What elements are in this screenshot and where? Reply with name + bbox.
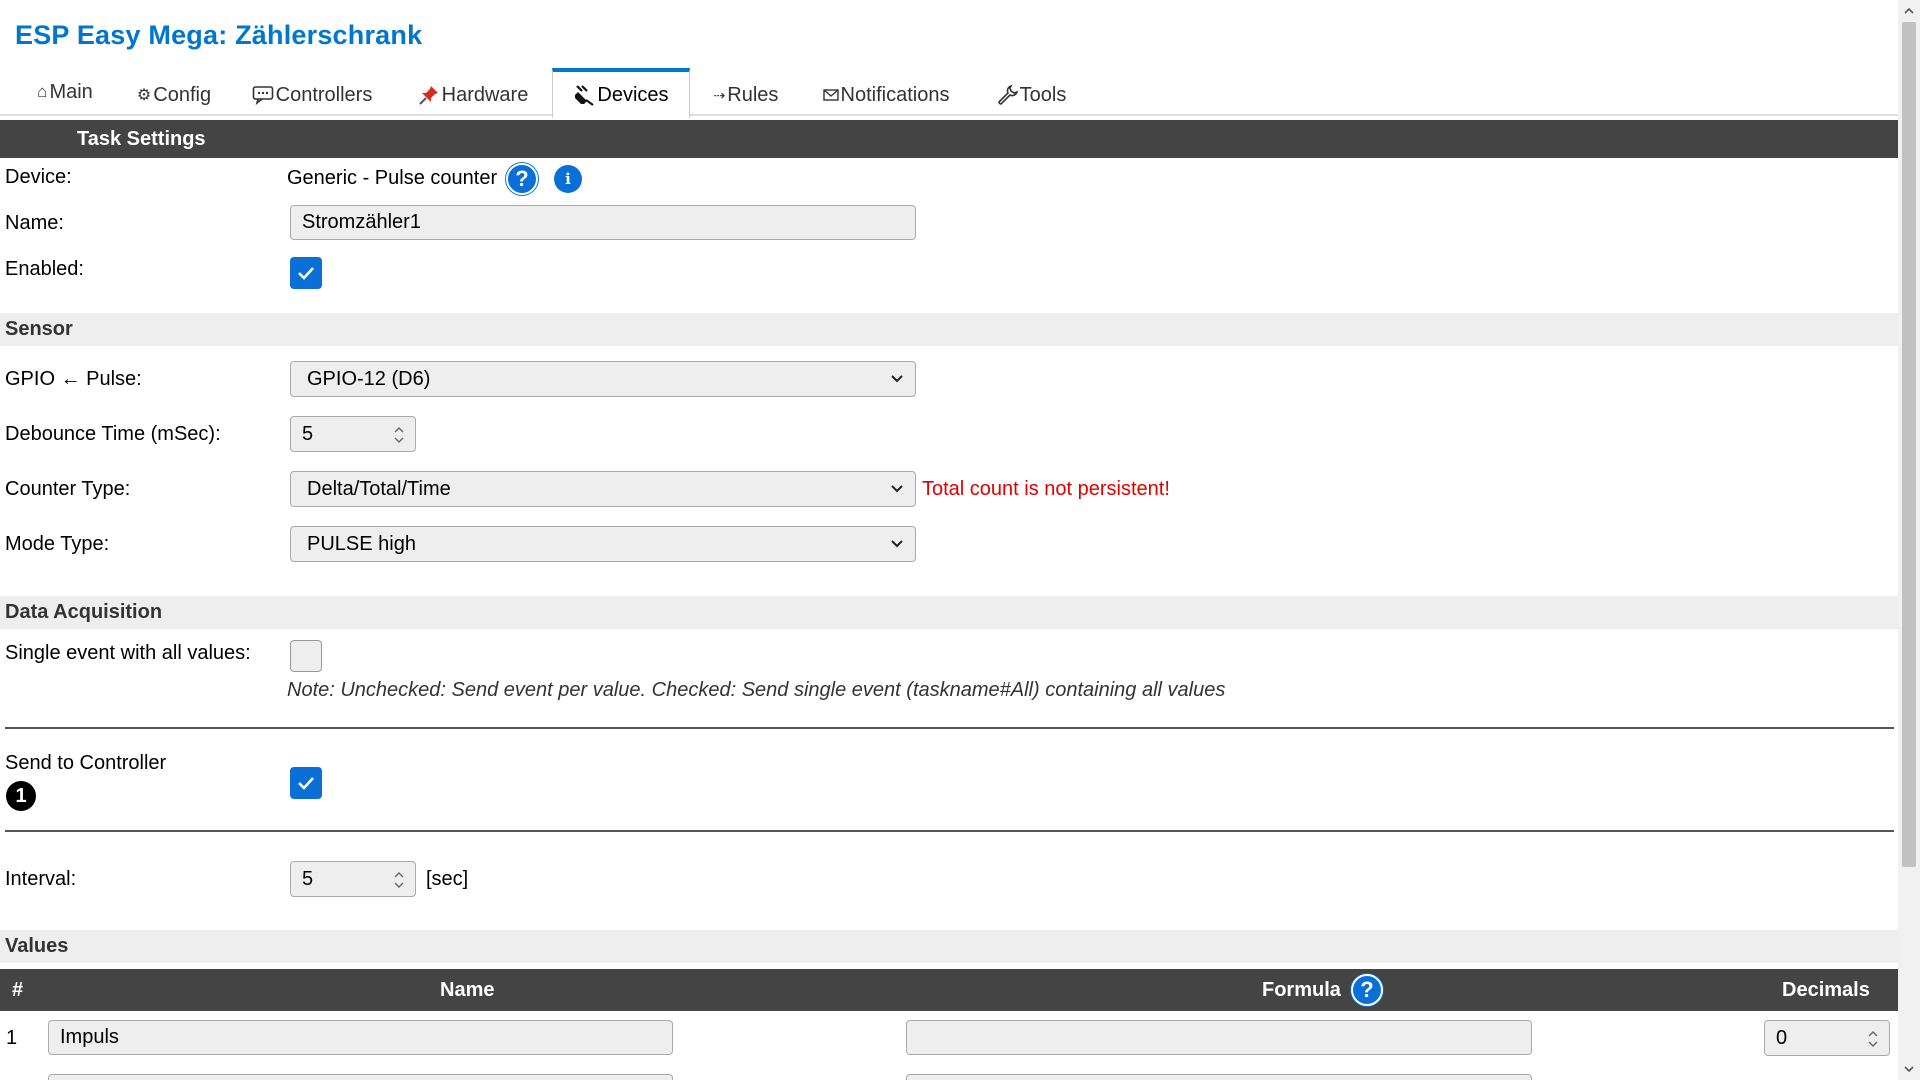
tab-rules[interactable]: ⇢ Rules xyxy=(704,71,788,119)
scroll-up-icon[interactable] xyxy=(1902,4,1916,18)
debounce-label: Debounce Time (mSec): xyxy=(5,423,221,445)
gpio-select[interactable]: GPIO-12 (D6) xyxy=(290,361,916,397)
sensor-header: Sensor xyxy=(0,313,1898,346)
enabled-label: Enabled: xyxy=(5,258,84,280)
tab-hardware[interactable]: Hardware xyxy=(408,71,538,119)
arrow-icon: ⇢ xyxy=(713,86,726,103)
envelope-icon xyxy=(822,88,839,102)
row-number: 1 xyxy=(6,1027,18,1049)
spinner-icon[interactable] xyxy=(393,425,405,445)
single-event-note: Note: Unchecked: Send event per value. C… xyxy=(287,679,1226,701)
col-name-header: Name xyxy=(440,979,495,1001)
info-icon[interactable]: i xyxy=(554,165,582,193)
chevron-down-icon xyxy=(891,485,903,493)
debounce-value: 5 xyxy=(302,423,314,445)
mode-type-label: Mode Type: xyxy=(5,533,110,555)
values-header: Values xyxy=(0,930,1898,963)
send-controller-label: Send to Controller xyxy=(5,752,167,774)
spinner-icon[interactable] xyxy=(393,870,405,890)
tab-controllers-label: Controllers xyxy=(275,83,373,106)
single-event-checkbox[interactable] xyxy=(290,640,322,672)
wrench-icon xyxy=(996,84,1018,106)
pin-icon xyxy=(418,84,440,106)
send-controller-checkbox[interactable] xyxy=(290,767,322,799)
tab-main[interactable]: ⌂ Main xyxy=(24,68,106,116)
scrollbar-thumb[interactable] xyxy=(1902,22,1916,867)
tab-notifications[interactable]: Notifications xyxy=(812,71,960,119)
task-settings-header: Task Settings xyxy=(0,120,1898,158)
device-value: Generic - Pulse counter xyxy=(287,167,498,189)
scroll-down-icon[interactable] xyxy=(1902,1062,1916,1076)
name-label: Name: xyxy=(5,212,64,234)
tab-controllers[interactable]: Controllers xyxy=(242,71,382,119)
check-icon xyxy=(298,777,314,790)
debounce-input[interactable]: 5 xyxy=(290,416,416,452)
controller-number-badge: 1 xyxy=(6,781,36,811)
value-formula-input[interactable] xyxy=(906,1020,1532,1055)
tab-hardware-label: Hardware xyxy=(441,83,529,106)
enabled-checkbox[interactable] xyxy=(290,257,322,289)
tab-devices-label: Devices xyxy=(597,83,669,106)
values-table-header: # Name Formula ? Decimals xyxy=(0,969,1898,1011)
tab-tools-label: Tools xyxy=(1019,83,1067,106)
decimals-value: 0 xyxy=(1776,1027,1788,1049)
col-decimals-header: Decimals xyxy=(1782,979,1870,1001)
counter-type-label: Counter Type: xyxy=(5,478,131,500)
device-label: Device: xyxy=(5,166,72,188)
value-formula-input[interactable] xyxy=(906,1074,1532,1080)
help-icon[interactable]: ? xyxy=(506,163,538,195)
chevron-down-icon xyxy=(891,375,903,383)
interval-label: Interval: xyxy=(5,868,77,890)
check-icon xyxy=(298,267,314,280)
counter-type-value: Delta/Total/Time xyxy=(307,478,451,500)
interval-unit: [sec] xyxy=(426,868,469,890)
app-title: ESP Easy Mega: Zählerschrank xyxy=(15,20,423,50)
value-decimals-input[interactable]: 0 xyxy=(1764,1020,1890,1056)
plug-icon xyxy=(573,84,595,106)
speech-bubble-icon xyxy=(252,85,274,105)
home-icon: ⌂ xyxy=(37,82,48,101)
tab-devices[interactable]: Devices xyxy=(552,68,690,118)
gear-icon: ⚙ xyxy=(136,87,152,104)
tab-config-label: Config xyxy=(153,83,212,106)
single-event-label: Single event with all values: xyxy=(5,642,251,664)
gpio-select-value: GPIO-12 (D6) xyxy=(307,368,431,390)
data-acquisition-header: Data Acquisition xyxy=(0,596,1898,629)
value-name-input[interactable]: Impuls xyxy=(48,1020,673,1055)
mode-type-select[interactable]: PULSE high xyxy=(290,526,916,562)
counter-type-select[interactable]: Delta/Total/Time xyxy=(290,471,916,507)
value-name-input[interactable] xyxy=(48,1074,673,1080)
divider xyxy=(5,727,1894,729)
col-num-header: # xyxy=(12,979,24,1001)
interval-value: 5 xyxy=(302,868,314,890)
spinner-icon[interactable] xyxy=(1867,1029,1879,1049)
col-formula-header: Formula xyxy=(1262,979,1341,1001)
help-icon[interactable]: ? xyxy=(1351,974,1383,1006)
mode-type-value: PULSE high xyxy=(307,533,416,555)
counter-warning: Total count is not persistent! xyxy=(922,478,1170,500)
tab-rules-label: Rules xyxy=(727,83,779,106)
divider xyxy=(5,830,1894,832)
scrollbar[interactable] xyxy=(1898,0,1920,1080)
tab-notifications-label: Notifications xyxy=(840,83,950,106)
interval-input[interactable]: 5 xyxy=(290,861,416,897)
gpio-label: GPIO ← Pulse: xyxy=(5,368,142,390)
tab-bar: ⌂ Main ⚙ Config Controllers Hardware Dev… xyxy=(0,68,1898,119)
tab-main-label: Main xyxy=(49,80,93,103)
tab-tools[interactable]: Tools xyxy=(986,71,1076,119)
chevron-down-icon xyxy=(891,540,903,548)
name-input[interactable]: Stromzähler1 xyxy=(290,205,916,240)
tab-config[interactable]: ⚙ Config xyxy=(124,71,224,119)
